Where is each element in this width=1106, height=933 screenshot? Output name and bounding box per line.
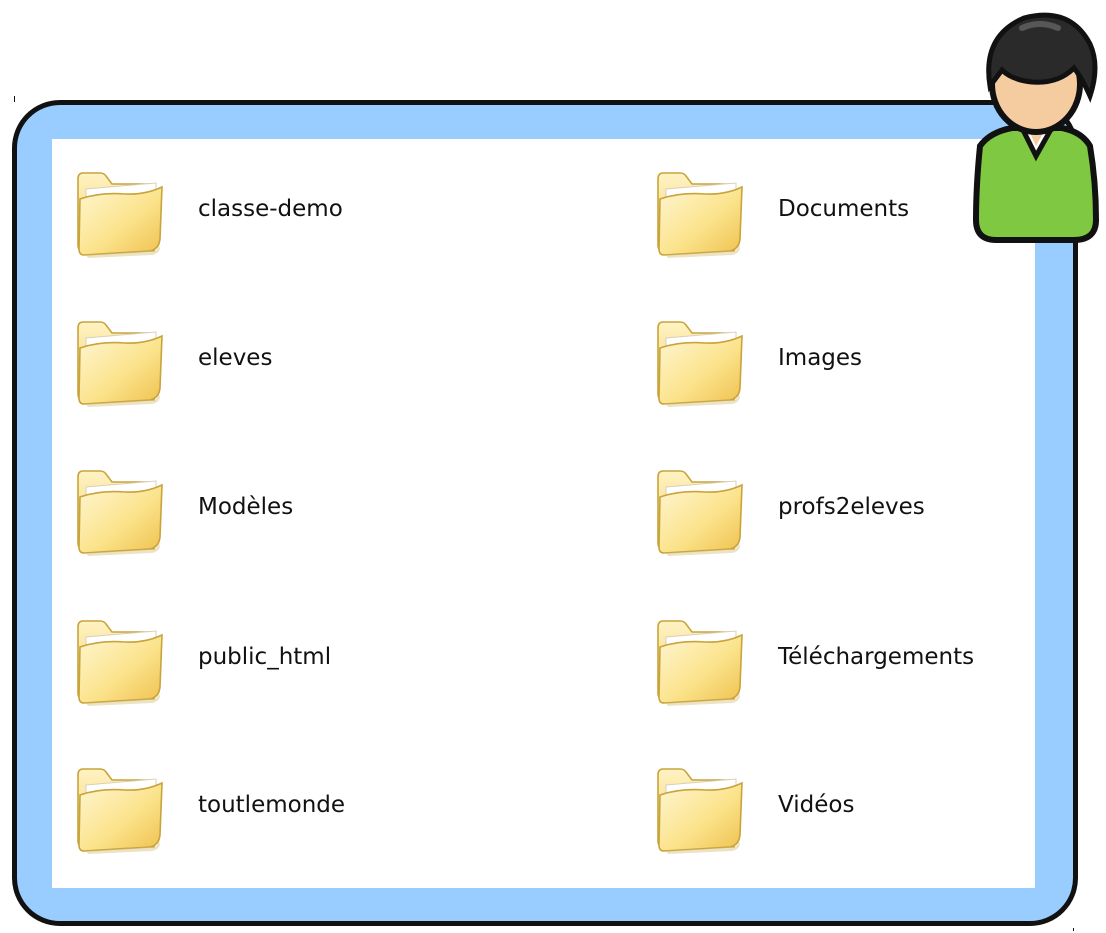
folder-item-modeles[interactable]: Modèles (70, 452, 490, 562)
folder-item-toutlemonde[interactable]: toutlemonde (70, 750, 490, 860)
folder-label: Documents (778, 196, 910, 222)
corner-tick-mark (1073, 928, 1074, 931)
folder-icon (77, 321, 163, 408)
folder-label: Vidéos (778, 792, 855, 818)
folder-item-telechargements[interactable]: Téléchargements (650, 602, 1070, 712)
folder-icon (657, 768, 743, 855)
folder-icon (77, 470, 163, 557)
folder-label: classe-demo (198, 196, 343, 222)
folder-label: toutlemonde (198, 792, 346, 818)
folder-item-public-html[interactable]: public_html (70, 602, 490, 712)
folder-item-profs2eleves[interactable]: profs2eleves (650, 452, 1070, 562)
folder-icon (657, 172, 743, 259)
folder-item-classe-demo[interactable]: classe-demo (70, 154, 490, 264)
folder-item-images[interactable]: Images (650, 303, 1070, 413)
folder-icon (77, 620, 163, 707)
folder-label: Images (778, 345, 863, 371)
folder-item-eleves[interactable]: eleves (70, 303, 490, 413)
corner-tick-mark (14, 96, 15, 102)
folder-icon (77, 768, 163, 855)
folder-icon (657, 620, 743, 707)
folder-icon (77, 172, 163, 259)
folder-item-videos[interactable]: Vidéos (650, 750, 1070, 860)
folder-content-area: classe-demo Documents eleves Images Modè (52, 139, 1035, 888)
folder-label: public_html (198, 644, 332, 670)
user-avatar-icon (972, 12, 1100, 243)
folder-grid: classe-demo Documents eleves Images Modè (52, 139, 1035, 888)
folder-label: eleves (198, 345, 273, 371)
folder-icon (657, 321, 743, 408)
folder-label: profs2eleves (778, 494, 925, 520)
folder-label: Téléchargements (778, 644, 975, 670)
folder-icon (657, 470, 743, 557)
folder-label: Modèles (198, 494, 294, 520)
